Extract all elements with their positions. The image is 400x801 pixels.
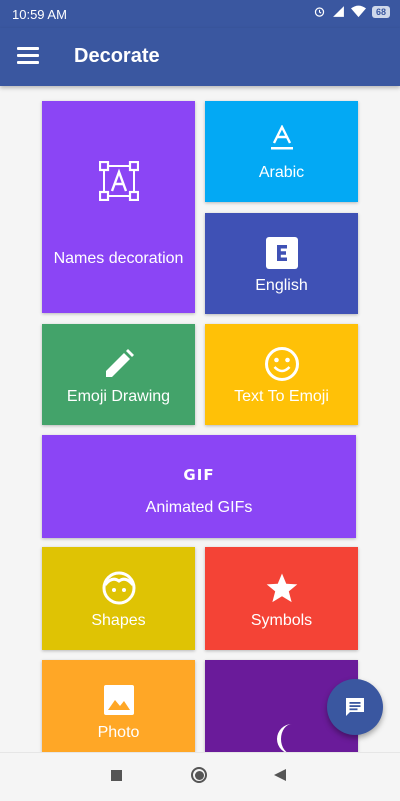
pencil-icon (42, 348, 195, 380)
tile-shapes[interactable]: Shapes (42, 547, 195, 650)
status-icons: 68 (313, 5, 390, 18)
status-time: 10:59 AM (12, 7, 67, 22)
tile-label: Emoji Drawing (66, 388, 171, 405)
tile-photo[interactable]: Photo (42, 660, 195, 752)
message-icon (346, 698, 364, 716)
face-icon (42, 571, 195, 605)
tile-label: Shapes (91, 612, 146, 629)
wifi-icon (350, 5, 366, 18)
letter-e-icon (205, 237, 358, 269)
alarm-icon (314, 7, 325, 17)
recents-button[interactable] (111, 770, 122, 781)
tile-label: Arabic (258, 164, 305, 181)
signal-icon (333, 6, 344, 17)
back-button[interactable] (274, 769, 286, 781)
text-format-icon (205, 125, 358, 151)
chat-fab-button[interactable] (327, 679, 383, 735)
tile-names-decoration[interactable]: Names decoration (42, 101, 195, 313)
tile-label: Photo (97, 724, 140, 741)
tile-english[interactable]: English (205, 213, 358, 314)
tile-symbols[interactable]: Symbols (205, 547, 358, 650)
tile-label: English (255, 277, 308, 294)
home-button[interactable] (191, 767, 207, 783)
tile-emoji-drawing[interactable]: Emoji Drawing (42, 324, 195, 425)
tile-label: Animated GIFs (145, 499, 253, 516)
hamburger-menu-icon[interactable] (17, 47, 39, 65)
navigation-bar (0, 752, 400, 801)
star-icon (205, 571, 358, 605)
gif-icon: GIF (183, 466, 215, 484)
tile-label: Symbols (250, 612, 313, 629)
tile-animated-gifs[interactable]: GIF Animated GIFs (42, 435, 356, 538)
smiley-icon (205, 346, 358, 382)
image-icon (42, 684, 195, 716)
tile-arabic[interactable]: Arabic (205, 101, 358, 202)
tile-text-to-emoji[interactable]: Text To Emoji (205, 324, 358, 425)
tile-label: Text To Emoji (234, 388, 329, 405)
app-bar: Decorate (0, 28, 400, 86)
status-bar: 10:59 AM 68 (0, 0, 400, 28)
tile-label: Names decoration (53, 250, 184, 267)
letter-box-icon (42, 161, 195, 201)
battery-indicator: 68 (371, 5, 390, 18)
page-title: Decorate (74, 45, 160, 67)
moon-icon (276, 723, 300, 755)
